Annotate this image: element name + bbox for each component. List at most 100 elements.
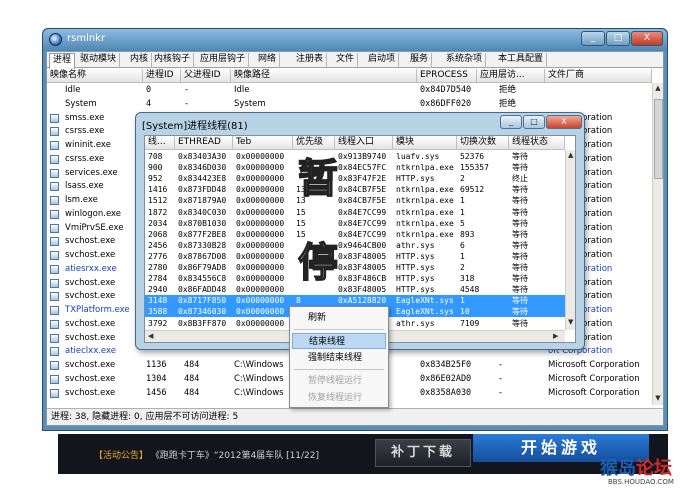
column-header[interactable]: 进程ID [143,69,181,83]
thread-scroll-up-icon[interactable]: ▲ [568,151,573,159]
tab-3[interactable]: 内核钩子 [151,53,195,68]
menu-force-end-thread[interactable]: 强制结束线程 [292,350,386,366]
tab-10[interactable]: 系统杂项 [443,53,487,68]
status-bar: 进程: 38, 隐藏进程: 0, 应用层不可访问进程: 5 [47,408,663,425]
thread-scroll-down-icon[interactable]: ▼ [568,318,573,326]
column-header[interactable]: 映像路径 [231,69,417,83]
tab-0[interactable]: 进程 [49,53,76,69]
tab-6[interactable]: 注册表 [293,53,328,68]
thread-dialog-title: [System]进程线程(81) [142,121,248,132]
column-header[interactable]: 应用层访... [477,69,545,83]
thread-cell-ethread: 0x834423E8 [178,174,227,184]
thread-cell-entry: 0x913B9740 [338,152,387,161]
thread-cell-module: ntkrnlpa.exe [396,196,454,206]
thread-row[interactable]: 2784 0x834556C8 0x00000000 0x83F486CB HTTP.s… [145,273,565,284]
thread-cell-state: 等待 [512,196,528,206]
thread-cell-ethread: 0x8717F850 [178,296,227,306]
window-title: rsmlnkr [67,33,106,44]
dialog-maximize-button[interactable]: □ [523,115,545,129]
context-menu: 刷新 结束线程 强制结束线程 暂停线程运行 恢复线程运行 [289,306,389,408]
cell-ppid: 484 [184,373,200,384]
column-header[interactable]: 文件厂商 [545,69,652,83]
thread-cell-entry: 0x84E7CC99 [338,207,387,217]
tab-4[interactable]: 应用层钩子 [197,53,250,68]
thread-cell-switches: 1 [460,196,465,206]
column-header[interactable]: 父进程ID [181,69,231,83]
scroll-down-icon[interactable]: ▼ [653,393,663,404]
thread-row[interactable]: 1872 0x8340C030 0x00000000 15 0x84E7CC99 ntkr… [145,207,565,218]
title-bar[interactable]: rsmlnkr _ □ X [43,29,667,51]
thread-list-vscrollbar[interactable]: ▲ ▼ [565,150,575,330]
tab-8[interactable]: 启动项 [365,53,400,68]
tab-2[interactable]: 内核 [127,53,153,68]
thread-row[interactable]: 2776 0x87867D08 0x00000000 0x83F48005 HTTP.s… [145,251,565,262]
tab-11[interactable]: 本工具配置 [495,53,548,68]
process-row[interactable]: System 4 - System 0x86DFF020 拒绝 [47,98,652,112]
thread-row[interactable]: 708 0x83403A30 0x00000000 0x913B9740 luafv.s… [145,151,565,162]
column-header[interactable]: EPROCESS [417,69,477,83]
cell-access: 拒绝 [499,98,517,109]
status-processes-label: 进程: [51,412,73,422]
thread-cell-switches: 52376 [460,152,485,161]
close-button[interactable]: X [631,31,663,46]
thread-column-header[interactable]: 线... [145,136,175,150]
cell-vendor: Microsoft Corporation [548,387,640,398]
thread-row[interactable]: 2940 0x86FADD48 0x00000000 0x83F48005 HTTP.s… [145,284,565,295]
process-list-vscrollbar[interactable]: ▲ ▼ [652,83,663,405]
thread-cell-module: EagleXNt.sys [396,296,454,306]
minimize-button[interactable]: _ [581,31,605,46]
thread-cell-tid: 952 [148,174,163,184]
thread-column-header[interactable]: 线程入口 [335,136,393,150]
window-app-icon [50,182,59,192]
process-row[interactable]: Idle 0 - Idle 0x84D7D540 拒绝 [47,84,652,98]
thread-row[interactable]: 2034 0x870B1030 0x00000000 15 0x84E7CC99 ntkr… [145,218,565,229]
thread-cell-teb: 0x00000000 [236,218,285,228]
site-logo: 猴岛论坛 [600,454,672,480]
tab-5[interactable]: 网络 [255,53,281,68]
cell-access: 拒绝 [499,85,517,95]
thread-cell-module: HTTP.sys [396,263,435,272]
window-app-icon [50,278,59,288]
thread-column-header[interactable]: Teb [233,136,293,150]
thread-row[interactable]: 2068 0x877F2BE8 0x00000000 15 0x84E7CC99 ntkr… [145,229,565,240]
thread-cell-state: 等待 [512,251,528,261]
thread-column-header[interactable]: 切换次数 [457,136,509,150]
menu-end-thread[interactable]: 结束线程 [292,333,386,349]
cell-vendor: Microsoft Corporation [548,360,640,370]
thread-row[interactable]: 1416 0x873FDD48 0x00000000 13 0x84CB7F5E ntkr… [145,184,565,195]
news-ticker[interactable]: 【活动公告】 《跑跑卡丁车》“2012第4届车队 [11/22] [94,448,319,461]
dialog-minimize-button[interactable]: _ [500,115,522,129]
cell-name: svchost.exe [65,360,116,370]
thread-row[interactable]: 900 0x8346D030 0x00000000 0x84EC57FC ntkrnlp… [145,162,565,173]
thread-cell-module: HTTP.sys [396,274,435,284]
patch-download-button[interactable]: 补丁下载 [375,439,471,467]
scroll-up-icon[interactable]: ▲ [653,83,663,94]
scroll-thumb[interactable] [654,99,663,179]
thread-cell-state: 等待 [512,163,528,173]
dialog-close-button[interactable]: X [546,115,582,129]
status-processes-count: 38 [74,412,87,422]
thread-scroll-left-icon[interactable]: ◀ [148,332,153,340]
window-app-icon [50,374,59,384]
thread-column-header[interactable]: ETHREAD [175,136,233,150]
tab-9[interactable]: 服务 [407,53,433,68]
column-header[interactable]: 映像名称 [47,69,143,83]
thread-cell-entry: 0x83F486CB [338,274,387,284]
menu-refresh[interactable]: 刷新 [292,310,386,326]
thread-cell-state: 等待 [512,307,528,317]
thread-row[interactable]: 1512 0x871879A0 0x00000000 13 0x84CB7F5E ntkr… [145,195,565,206]
thread-row[interactable]: 952 0x834423E8 0x00000000 0x83F47F2E HTTP.sy… [145,173,565,184]
maximize-button[interactable]: □ [606,31,630,46]
thread-row[interactable]: 2456 0x87330B28 0x00000000 0x9464CB00 athr.s… [145,240,565,251]
thread-column-header[interactable]: 线程状态 [509,136,565,150]
thread-row[interactable]: 3148 0x8717F850 0x00000000 8 0xA5128820 Eagle… [145,295,565,307]
tab-1[interactable]: 驱动模块 [77,53,121,68]
thread-cell-state: 等待 [512,218,528,228]
tab-7[interactable]: 文件 [333,53,359,68]
window-app-icon [50,223,59,233]
thread-scroll-right-icon[interactable]: ▶ [553,332,558,340]
thread-column-header[interactable]: 模块 [393,136,457,150]
thread-cell-tid: 1416 [148,185,168,195]
thread-row[interactable]: 2780 0x86F79AD8 0x00000000 0x83F48005 HTTP.s… [145,262,565,273]
menu-suspend-thread: 暂停线程运行 [308,376,363,386]
